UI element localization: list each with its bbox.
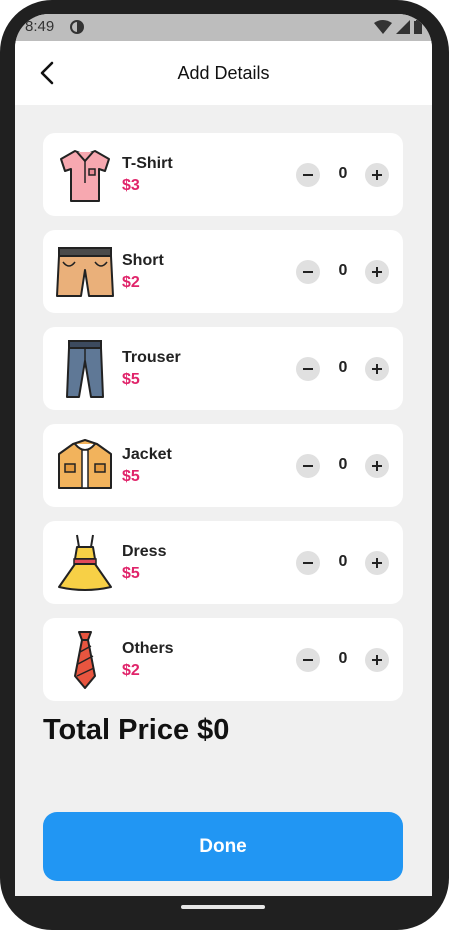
decrease-button[interactable] (296, 357, 320, 381)
item-quantity: 0 (338, 456, 348, 473)
item-card-others: Others $2 0 (43, 618, 403, 701)
plus-icon (372, 461, 382, 471)
item-card-trouser: Trouser $5 0 (43, 327, 403, 410)
plus-icon (372, 267, 382, 277)
wifi-icon (374, 20, 392, 34)
item-quantity: 0 (338, 165, 348, 182)
tie-icon (74, 631, 96, 689)
minus-icon (303, 562, 313, 564)
app-bar: Add Details (15, 41, 432, 105)
item-name: T-Shirt (122, 155, 173, 172)
item-price: $5 (122, 468, 140, 485)
total-price: Total Price $0 (43, 714, 230, 746)
tshirt-icon (60, 150, 110, 202)
dress-icon (58, 534, 112, 591)
status-bar: 8:49 (15, 14, 432, 41)
item-price: $5 (122, 371, 140, 388)
item-name: Short (122, 252, 164, 269)
increase-button[interactable] (365, 648, 389, 672)
item-quantity: 0 (338, 650, 348, 667)
minus-icon (303, 659, 313, 661)
minus-icon (303, 174, 313, 176)
status-icons (374, 19, 422, 35)
decrease-button[interactable] (296, 648, 320, 672)
decrease-button[interactable] (296, 163, 320, 187)
battery-icon (414, 20, 422, 34)
screen: 8:49 Add Details T-Shirt $3 0 Short $2 0… (15, 14, 432, 896)
item-card-dress: Dress $5 0 (43, 521, 403, 604)
home-indicator[interactable] (181, 905, 265, 909)
item-name: Dress (122, 543, 167, 560)
jacket-icon (58, 439, 112, 489)
item-card-short: Short $2 0 (43, 230, 403, 313)
increase-button[interactable] (365, 551, 389, 575)
minus-icon (303, 465, 313, 467)
increase-button[interactable] (365, 260, 389, 284)
item-price: $5 (122, 565, 140, 582)
item-price: $2 (122, 274, 140, 291)
plus-icon (372, 364, 382, 374)
trouser-icon (66, 340, 104, 398)
status-time: 8:49 (25, 18, 55, 35)
increase-button[interactable] (365, 163, 389, 187)
decrease-button[interactable] (296, 551, 320, 575)
item-name: Trouser (122, 349, 181, 366)
item-quantity: 0 (338, 262, 348, 279)
item-quantity: 0 (338, 359, 348, 376)
plus-icon (372, 558, 382, 568)
increase-button[interactable] (365, 454, 389, 478)
page-title: Add Details (177, 63, 270, 83)
item-price: $2 (122, 662, 140, 679)
decrease-button[interactable] (296, 454, 320, 478)
decrease-button[interactable] (296, 260, 320, 284)
data-saver-icon (70, 20, 84, 34)
done-button-label: Done (199, 835, 247, 857)
signal-icon (396, 20, 410, 34)
minus-icon (303, 271, 313, 273)
plus-icon (372, 170, 382, 180)
item-name: Jacket (122, 446, 172, 463)
item-price: $3 (122, 177, 140, 194)
item-name: Others (122, 640, 174, 657)
plus-icon (372, 655, 382, 665)
phone-frame: 8:49 Add Details T-Shirt $3 0 Short $2 0… (0, 0, 449, 930)
minus-icon (303, 368, 313, 370)
shorts-icon (56, 247, 114, 297)
done-button[interactable]: Done (43, 812, 403, 881)
item-quantity: 0 (338, 553, 348, 570)
item-card-jacket: Jacket $5 0 (43, 424, 403, 507)
increase-button[interactable] (365, 357, 389, 381)
item-card-tshirt: T-Shirt $3 0 (43, 133, 403, 216)
